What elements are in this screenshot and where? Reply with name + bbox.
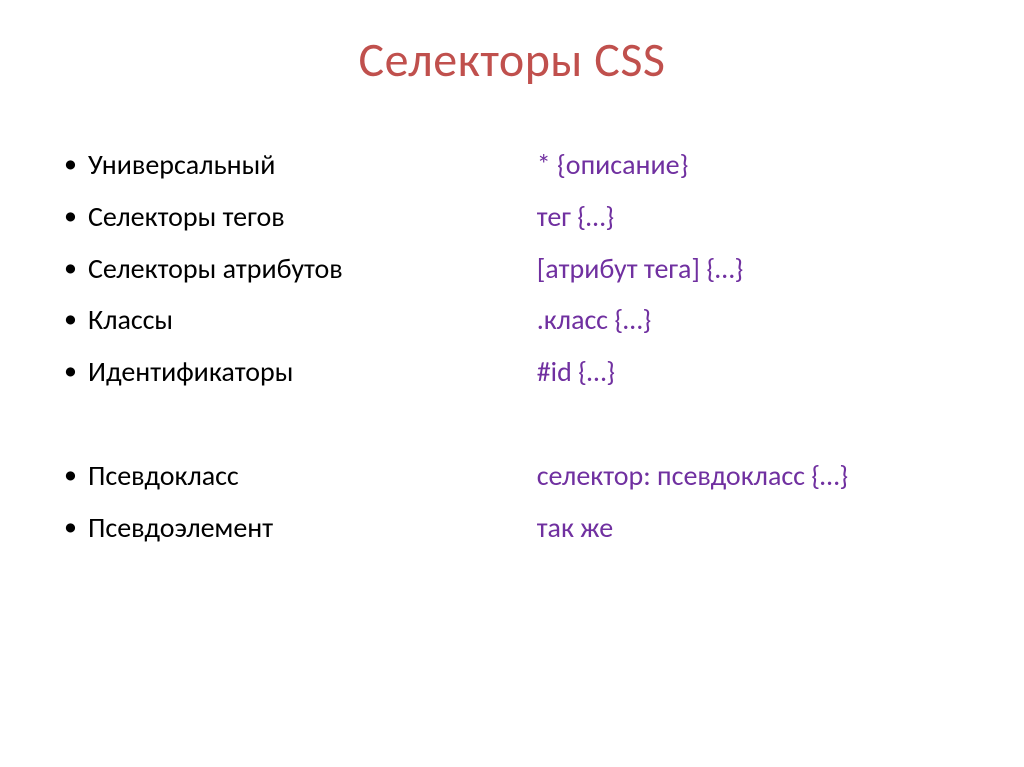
right-column: * {описание} тег {…} [атрибут тега] {…} … [537,139,964,554]
example-line: * {описание} [537,139,964,191]
list-item: Селекторы атрибутов [60,243,507,295]
selector-example-list: * {описание} тег {…} [атрибут тега] {…} … [537,139,964,554]
example-line: так же [537,502,964,554]
list-item: Псевдоэлемент [60,502,507,554]
example-line: [атрибут тега] {…} [537,243,964,295]
list-spacer [60,398,507,450]
slide: Селекторы CSS Универсальный Селекторы те… [0,0,1024,767]
list-item: Псевдокласс [60,450,507,502]
list-item: Классы [60,294,507,346]
example-spacer [537,398,964,450]
list-item: Селекторы тегов [60,191,507,243]
example-line: .класс {…} [537,294,964,346]
content-columns: Универсальный Селекторы тегов Селекторы … [60,139,964,554]
selector-type-list: Универсальный Селекторы тегов Селекторы … [60,139,507,553]
slide-title: Селекторы CSS [60,30,964,89]
example-line: #id {…} [537,346,964,398]
list-item: Универсальный [60,139,507,191]
list-item: Идентификаторы [60,346,507,398]
example-line: селектор: псевдокласс {…} [537,450,964,502]
example-line: тег {…} [537,191,964,243]
left-column: Универсальный Селекторы тегов Селекторы … [60,139,507,554]
